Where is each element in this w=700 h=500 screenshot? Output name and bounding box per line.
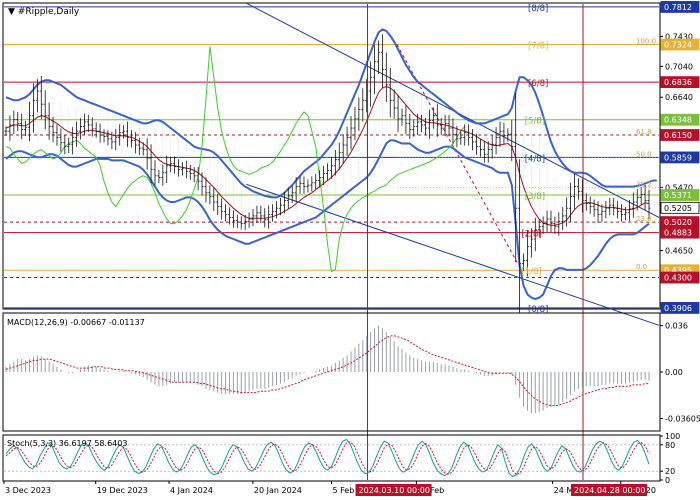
price-label-text: 0.5020 [664, 218, 692, 227]
murrey-label: [2/8] [521, 230, 541, 240]
time-label: 3 Dec 2023 [5, 486, 51, 495]
time-label: 20 Jan 2024 [254, 486, 302, 495]
price-label-text: 0.6836 [664, 78, 692, 87]
fib-label: 0.0 [636, 263, 647, 271]
stoch-tick-label: 100 [665, 432, 680, 441]
murrey-label: [6/8] [528, 79, 548, 89]
macd-label: MACD(12,26,9) -0.00667 -0.01137 [7, 318, 145, 327]
price-label-text: 0.4300 [664, 274, 692, 283]
price-label-text: 0.5371 [664, 191, 692, 200]
stoch-label: Stoch(5,3,3) 36.6197 58.6403 [7, 439, 127, 448]
price-tick-label: 0.4650 [665, 247, 693, 256]
symbol-marker: ▼ [8, 7, 15, 17]
time-label: 4 Jan 2024 [170, 486, 213, 495]
symbol-title: ▼ #Ripple,Daily [8, 7, 80, 17]
price-tick-label: 0.7040 [665, 62, 693, 71]
price-label-text: 0.7324 [664, 41, 692, 50]
murrey-label: [4/8] [525, 154, 545, 164]
fib-label: 38.2 [636, 180, 652, 188]
murrey-label: [5/8] [525, 117, 545, 127]
price-label-text: 0.7812 [664, 3, 692, 12]
time-label: 19 Dec 2023 [97, 486, 148, 495]
macd-tick-label: 0.036 [665, 322, 688, 331]
price-axis: 0.74300.70400.66400.54700.46500.78120.73… [660, 1, 700, 314]
fib-label: 50.0 [636, 150, 652, 158]
price-label-text: 0.6348 [664, 116, 692, 125]
price-label-text: 0.4883 [664, 229, 692, 238]
stoch-tick-label: 20 [665, 467, 675, 476]
chart-background [0, 0, 700, 500]
price-label-text: 0.3906 [664, 304, 692, 313]
stoch-tick-label: 80 [665, 441, 675, 450]
macd-tick-label: 0.00 [665, 368, 683, 377]
murrey-label: [7/8] [528, 42, 548, 52]
macd-tick-label: -0.03605 [665, 414, 700, 423]
time-marker-label: 2024.04.28 00:00 [574, 486, 645, 495]
price-label-text: 0.6150 [664, 131, 692, 140]
murrey-label: [8/8] [528, 4, 548, 14]
murrey-label: [3/8] [525, 192, 545, 202]
fib-label: 61.8 [636, 128, 652, 136]
fib-label: 23.6 [636, 215, 652, 223]
price-label-text: 0.5205 [664, 204, 692, 213]
chart-title: #Ripple,Daily [18, 7, 80, 17]
price-label-text: 0.5859 [664, 153, 692, 162]
forex-chart: [8/8] [7/8] [6/8] [5/8] [4/8] [3/8] [2/8] [1/8]… [0, 0, 700, 500]
stoch-tick-label: 0 [665, 476, 670, 485]
fib-label: 100.0 [636, 38, 656, 46]
time-marker-label: 2024.03.10 00:00 [359, 486, 430, 495]
price-tick-label: 0.6640 [665, 93, 693, 102]
murrey-label: [1/8] [521, 267, 541, 277]
